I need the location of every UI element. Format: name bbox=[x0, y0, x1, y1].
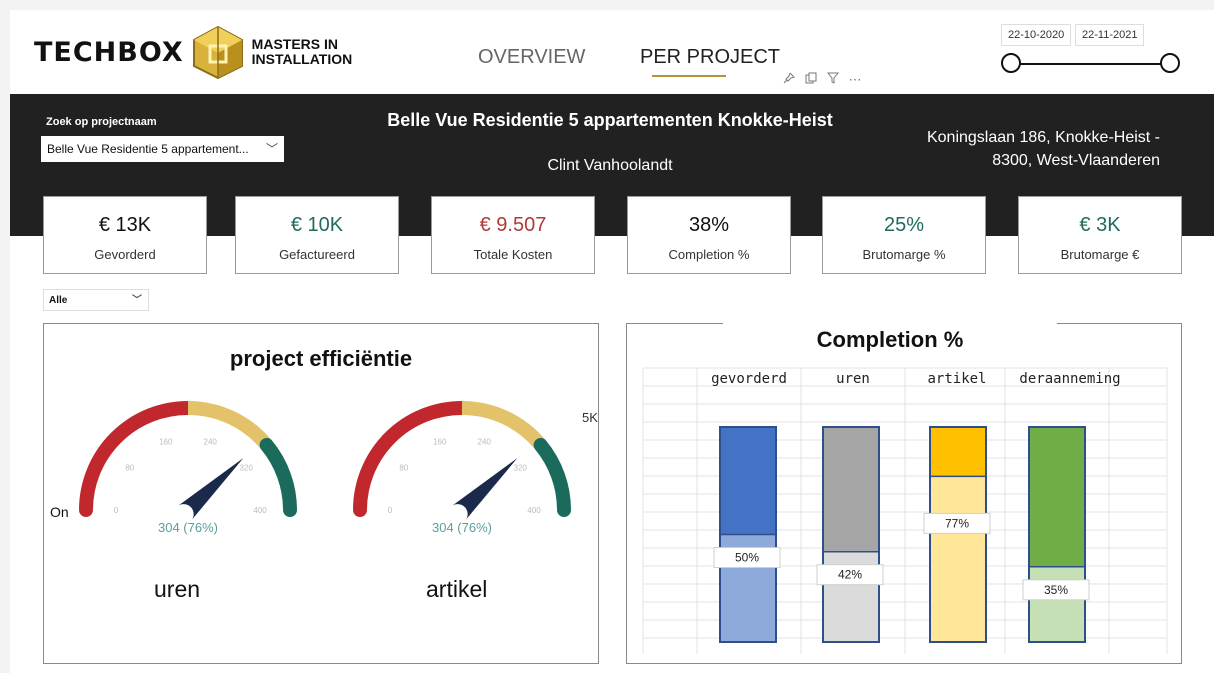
kpi-card-brutomarge-eur: € 3K Brutomarge € bbox=[1018, 196, 1182, 274]
kpi-card-gefactureerd: € 10K Gefactureerd bbox=[235, 196, 399, 274]
completion-bar-remaining bbox=[823, 427, 879, 552]
kpi-card-brutomarge-pct: 25% Brutomarge % bbox=[822, 196, 986, 274]
gauges-svg: 0 80 160 240 320 400 304 (76%) 0 80 160 240 320 400 3… bbox=[79, 401, 571, 535]
completion-bar-remaining bbox=[930, 427, 986, 477]
project-efficiency-panel: project efficiëntie On 5K 0 80 160 240 320 40… bbox=[43, 323, 599, 664]
gauge-arc-yellow bbox=[461, 401, 546, 450]
logo-tagline: MASTERS IN INSTALLATION bbox=[251, 36, 353, 67]
filter-icon[interactable] bbox=[825, 72, 841, 88]
completion-bar-filled bbox=[930, 476, 986, 642]
gauge-arc-green bbox=[533, 438, 571, 517]
gauge-arc-green bbox=[259, 438, 297, 517]
project-title: Belle Vue Residentie 5 appartementen Kno… bbox=[387, 110, 833, 130]
pin-icon[interactable] bbox=[781, 72, 797, 88]
project-address: Koningslaan 186, Knokke-Heist - 8300, We… bbox=[926, 129, 1160, 169]
gauge-tick-label: 400 bbox=[253, 506, 267, 515]
completion-bar-remaining bbox=[720, 427, 776, 535]
kpi-value: € 10K bbox=[290, 214, 344, 236]
completion-chart-panel: 50% 42% 77% 35% Completion % gevorderd uren… bbox=[626, 310, 1182, 664]
gauge-tick-label: 0 bbox=[114, 506, 119, 515]
gauge-tick-label: 240 bbox=[478, 438, 492, 447]
date-slider-start-handle[interactable] bbox=[1001, 53, 1021, 73]
data-label: 42% bbox=[838, 568, 862, 582]
gauge-caption-uren: uren bbox=[154, 576, 201, 602]
data-label: 35% bbox=[1044, 583, 1068, 597]
kpi-card-totale-kosten: € 9.507 Totale Kosten bbox=[431, 196, 595, 274]
kpi-value: € 13K bbox=[98, 214, 152, 236]
active-tab-indicator bbox=[652, 75, 726, 77]
gauge-needle bbox=[176, 458, 244, 522]
chevron-down-icon: ﹀ bbox=[132, 295, 142, 306]
date-slider-track bbox=[1012, 63, 1170, 65]
gauge-tick-label: 400 bbox=[527, 506, 541, 515]
data-label: 77% bbox=[945, 516, 969, 530]
logo-wordmark: TECHBOX bbox=[34, 36, 184, 68]
completion-bar-remaining bbox=[1029, 427, 1085, 567]
kpi-label: Gevorderd bbox=[94, 247, 156, 262]
kpi-label: Brutomarge % bbox=[862, 247, 946, 262]
gauge-tick-label: 80 bbox=[399, 464, 408, 473]
kpi-value: € 3K bbox=[1079, 214, 1121, 236]
gauge-arc-red bbox=[79, 401, 195, 517]
project-search-dropdown[interactable]: Belle Vue Residentie 5 appartement... ﹀ bbox=[41, 136, 284, 162]
category-label: deraanneming bbox=[1019, 371, 1121, 387]
gauge-arc-red bbox=[353, 401, 469, 517]
gauge-tick-label: 80 bbox=[125, 464, 134, 473]
copy-icon[interactable] bbox=[803, 72, 819, 88]
gauge-needle bbox=[450, 458, 518, 522]
data-label: 50% bbox=[735, 551, 759, 565]
gauge-tick-label: 240 bbox=[204, 438, 218, 447]
kpi-card-gevorderd: € 13K Gevorderd bbox=[43, 196, 207, 274]
kpi-card-completion: 38% Completion % bbox=[627, 196, 791, 274]
date-slider-end-handle[interactable] bbox=[1160, 53, 1180, 73]
gauge-tick-label: 0 bbox=[388, 506, 393, 515]
report-page: TECHBOX MASTERS IN INSTALLATION OVERVIEW… bbox=[10, 10, 1214, 673]
completion-bar-filled bbox=[1029, 566, 1085, 643]
gauge-caption-artikel: artikel bbox=[426, 576, 488, 602]
gauge-tick-label: 320 bbox=[514, 464, 528, 473]
gauge-tick-label: 160 bbox=[159, 438, 173, 447]
category-label: gevorderd bbox=[711, 371, 787, 387]
project-search-value: Belle Vue Residentie 5 appartement... bbox=[47, 142, 249, 156]
gauge-tick-label: 320 bbox=[240, 464, 254, 473]
visual-header-toolbar: ⋯ bbox=[781, 72, 863, 88]
completion-chart-title: Completion % bbox=[816, 327, 964, 352]
techbox-logo: TECHBOX MASTERS IN INSTALLATION bbox=[34, 24, 352, 80]
kpi-label: Totale Kosten bbox=[473, 247, 553, 262]
tab-per-project[interactable]: PER PROJECT bbox=[640, 46, 780, 69]
kpi-value: 25% bbox=[883, 214, 925, 236]
search-label: Zoek op projectnaam bbox=[46, 116, 157, 128]
gauge-arc-yellow bbox=[187, 401, 272, 450]
more-options-icon[interactable]: ⋯ bbox=[847, 72, 863, 88]
tab-overview[interactable]: OVERVIEW bbox=[478, 46, 585, 69]
category-label: artikel bbox=[927, 371, 987, 387]
project-person: Clint Vanhoolandt bbox=[547, 157, 673, 174]
chevron-down-icon: ﹀ bbox=[265, 142, 278, 156]
kpi-label: Completion % bbox=[668, 247, 750, 262]
kpi-value: € 9.507 bbox=[479, 214, 547, 236]
gauge-readout: 304 (76%) bbox=[158, 520, 218, 535]
category-filter-value: Alle bbox=[49, 295, 68, 306]
kpi-label: Gefactureerd bbox=[279, 247, 355, 262]
category-label: uren bbox=[836, 371, 870, 387]
kpi-value: 38% bbox=[688, 214, 730, 236]
date-start-box[interactable]: 22-10-2020 bbox=[1001, 24, 1072, 46]
gauge-readout: 304 (76%) bbox=[432, 520, 492, 535]
category-filter-dropdown[interactable]: Alle ﹀ bbox=[43, 289, 149, 311]
gauge-tick-label: 160 bbox=[433, 438, 447, 447]
date-end-box[interactable]: 22-11-2021 bbox=[1075, 24, 1145, 46]
kpi-label: Brutomarge € bbox=[1060, 247, 1140, 262]
logo-cube-icon bbox=[192, 25, 243, 80]
